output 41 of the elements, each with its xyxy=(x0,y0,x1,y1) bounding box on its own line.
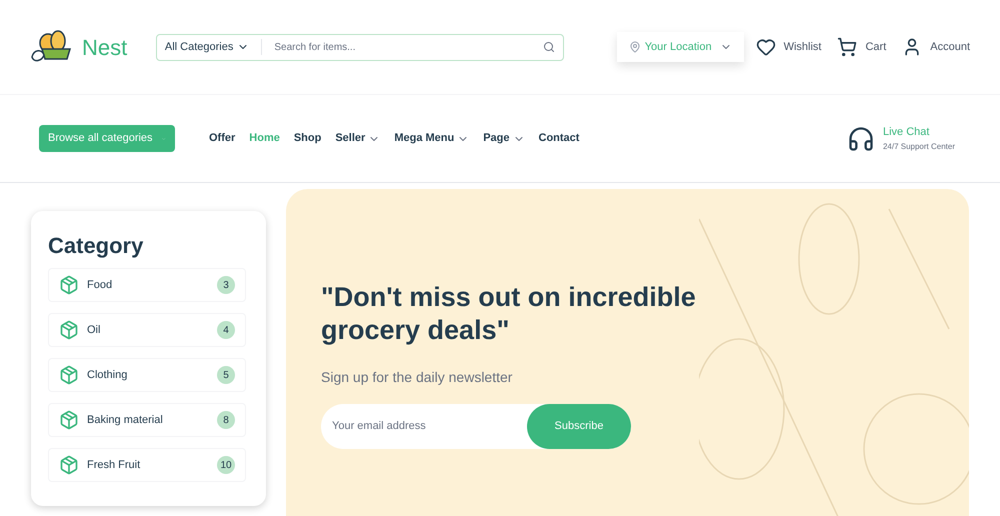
search-icon[interactable] xyxy=(542,41,555,53)
support-subtitle: 24/7 Support Center xyxy=(882,140,955,153)
count-badge: 5 xyxy=(217,366,235,384)
nav-link[interactable]: Contact xyxy=(538,130,580,147)
category-icon xyxy=(59,410,79,430)
category-icon xyxy=(59,365,79,385)
category-item[interactable]: Fresh Fruit 10 xyxy=(48,448,246,482)
count-badge: 3 xyxy=(217,276,235,294)
count-badge: 4 xyxy=(217,321,235,339)
email-field[interactable]: Your email address xyxy=(321,418,527,435)
headset-icon xyxy=(846,124,875,152)
category-title: Category xyxy=(48,232,144,260)
nav-link[interactable]: Page xyxy=(483,130,525,147)
header-action-link[interactable]: Account xyxy=(902,37,970,57)
heart-icon xyxy=(756,37,776,57)
category-item[interactable]: Oil 4 xyxy=(48,313,246,347)
category-item[interactable]: Food 3 xyxy=(48,268,246,302)
nav-link[interactable]: Mega Menu xyxy=(394,130,470,147)
category-item[interactable]: Baking material 8 xyxy=(48,403,246,437)
header-action-link[interactable]: Wishlist xyxy=(756,37,822,57)
category-icon xyxy=(59,320,79,340)
category-icon xyxy=(59,455,79,475)
nav-link[interactable]: Shop xyxy=(294,130,322,147)
count-badge: 10 xyxy=(217,456,235,474)
search-bar[interactable]: All Categories Search for items... xyxy=(156,34,564,60)
category-label: Oil xyxy=(87,322,100,338)
header-action-link[interactable]: Cart xyxy=(837,37,886,57)
nav-link[interactable]: Offer xyxy=(209,130,236,147)
hero-subtitle: Sign up for the daily newsletter xyxy=(321,368,514,387)
category-item[interactable]: Clothing 5 xyxy=(48,358,246,392)
category-label: Fresh Fruit xyxy=(87,458,140,473)
category-label: Food xyxy=(87,278,112,293)
category-label: Baking material xyxy=(87,412,163,428)
location-pin-icon xyxy=(628,41,641,53)
category-dropdown[interactable]: All Categories xyxy=(156,34,258,60)
count-badge: 8 xyxy=(217,411,235,429)
category-icon xyxy=(59,275,79,295)
category-label: Clothing xyxy=(87,368,128,383)
cart-icon xyxy=(837,37,858,57)
hero-headline: "Don't miss out on incredible grocery deals" xyxy=(321,281,697,347)
nav-link[interactable]: Seller xyxy=(335,130,380,147)
